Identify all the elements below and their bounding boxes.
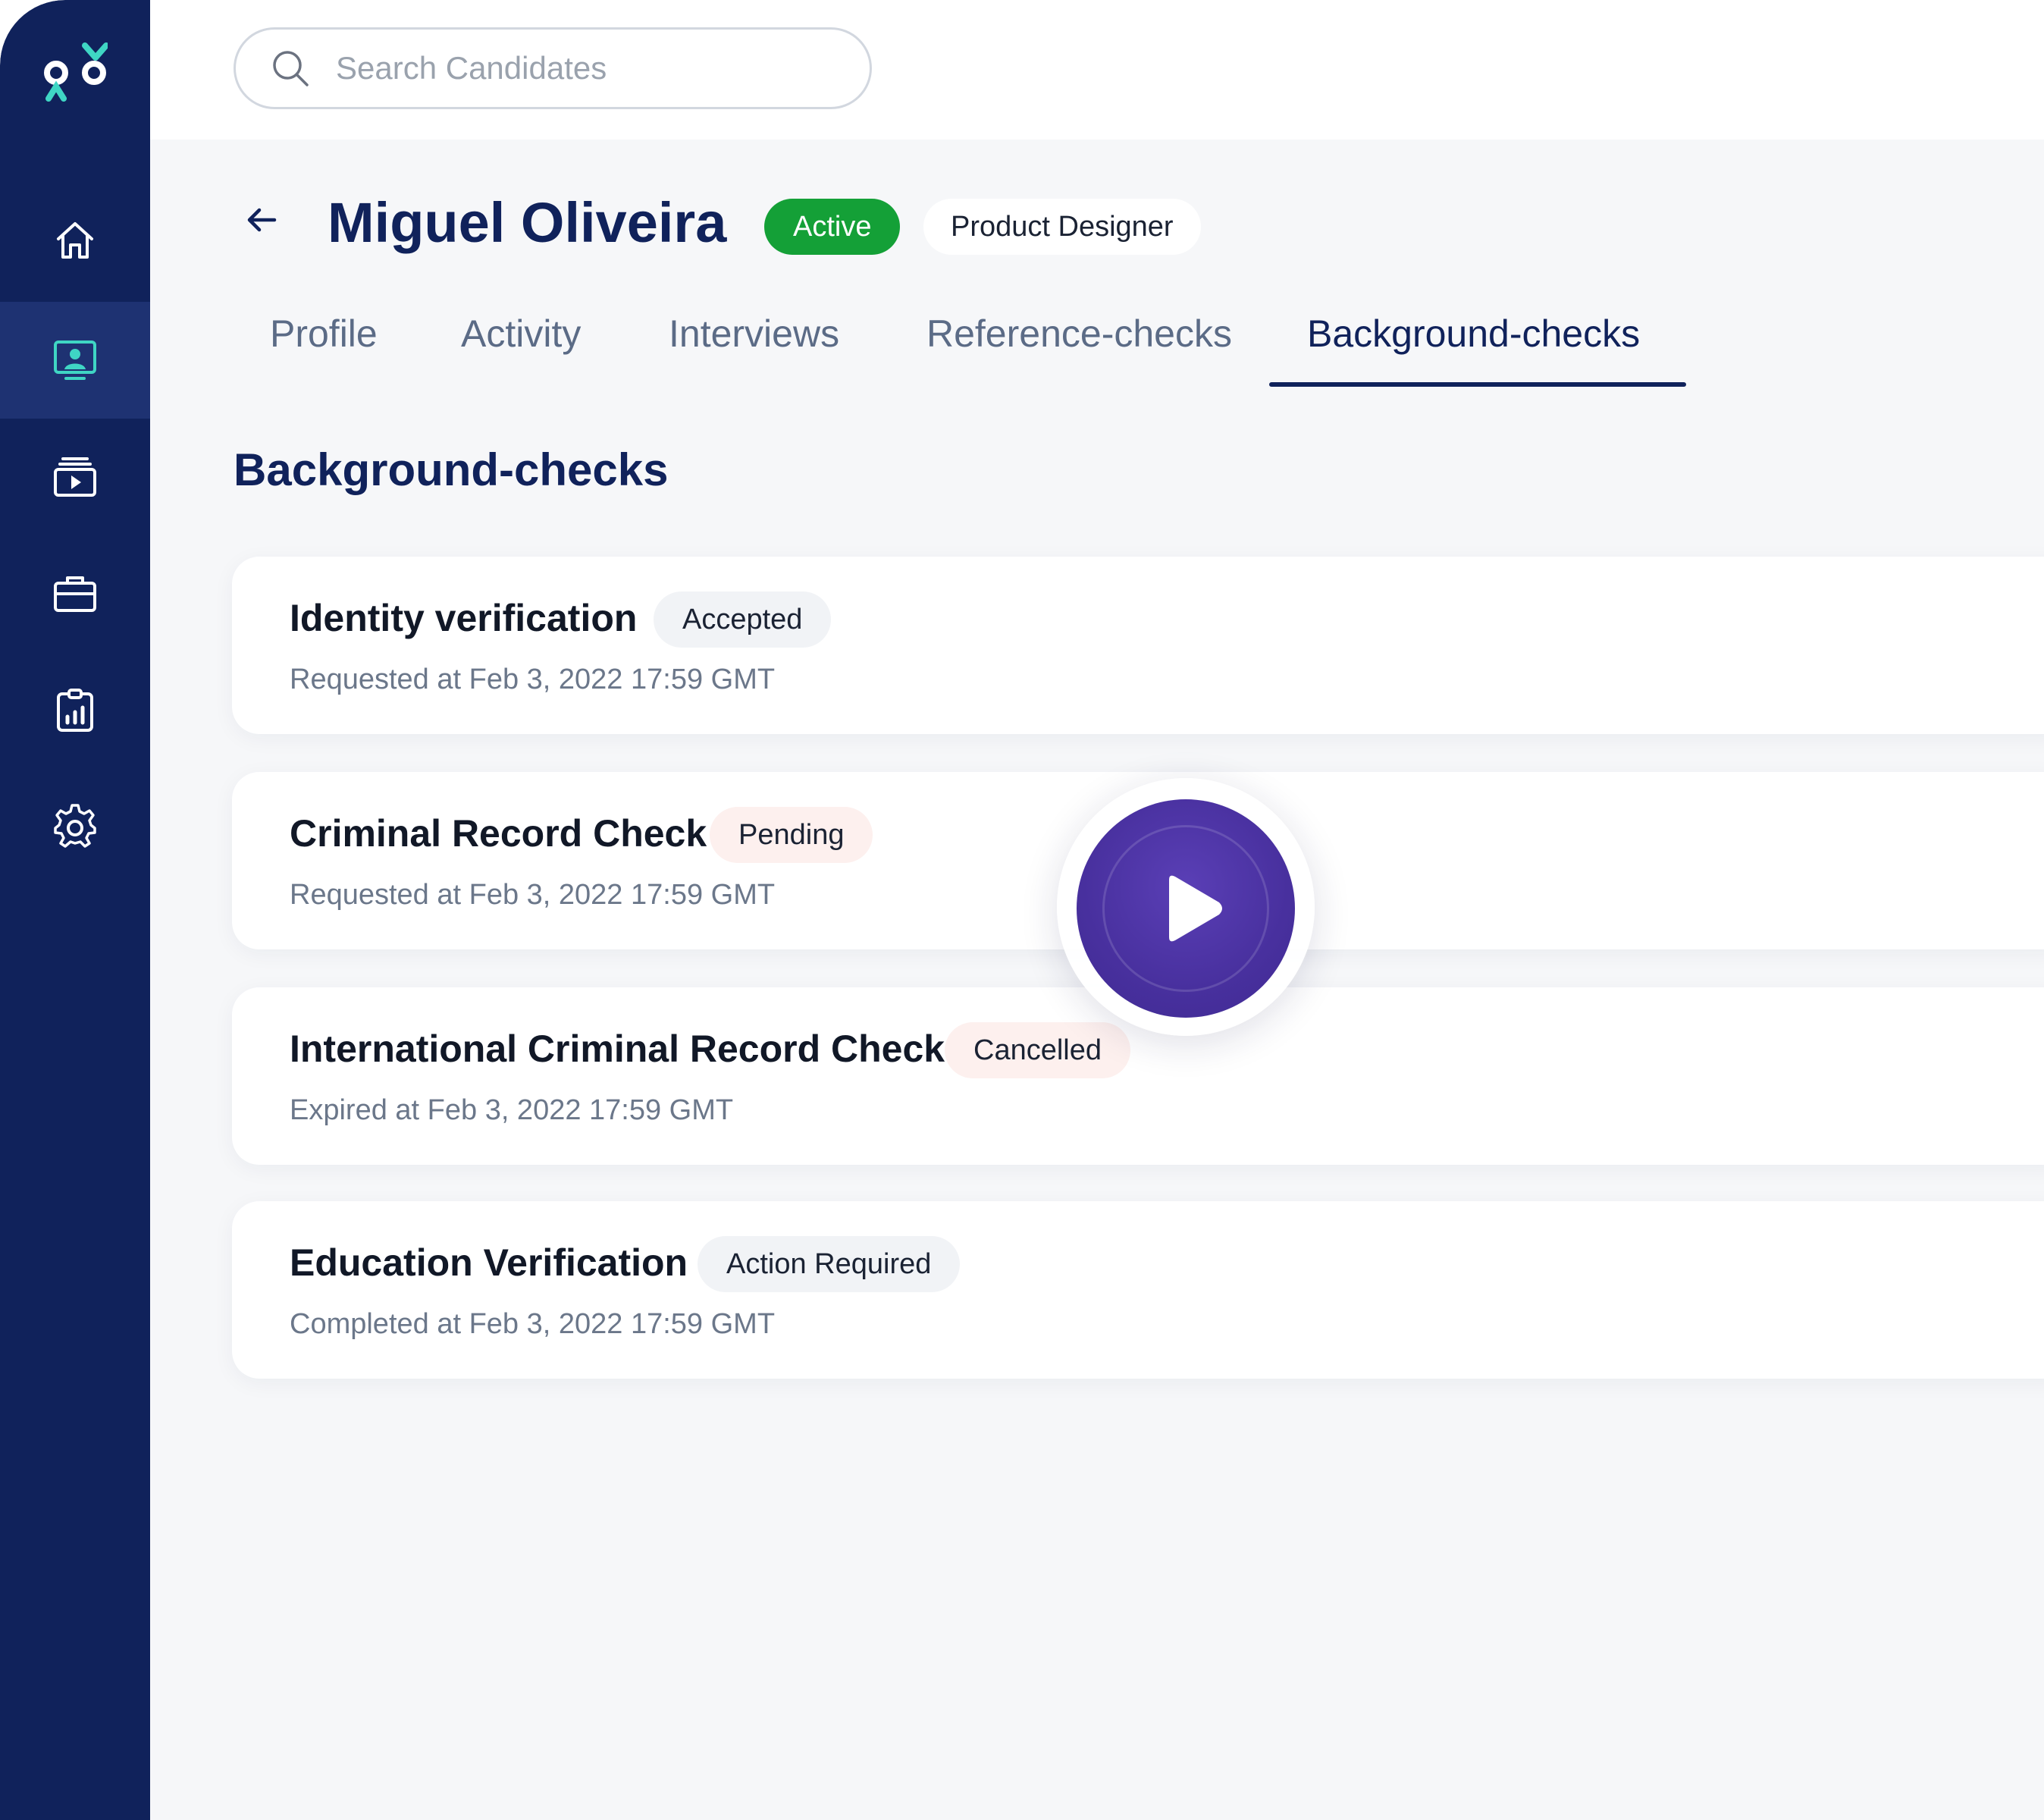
check-title: Criminal Record Check <box>290 812 707 855</box>
briefcase-icon <box>54 576 96 612</box>
sidebar-item-videos[interactable] <box>0 419 150 535</box>
app-window: Miguel Oliveira Active Product Designer … <box>0 0 2044 1820</box>
search-input[interactable] <box>334 49 823 87</box>
sidebar-item-home[interactable] <box>0 182 150 299</box>
play-icon <box>1169 875 1222 942</box>
tab-reference-checks[interactable]: Reference-checks <box>926 305 1232 362</box>
search-icon <box>273 51 309 86</box>
arrow-left-icon <box>247 208 277 232</box>
search-box[interactable] <box>234 27 872 109</box>
check-timestamp: Expired at Feb 3, 2022 17:59 GMT <box>290 1094 734 1126</box>
status-badge: Active <box>764 199 901 255</box>
check-status-badge: Pending <box>710 807 873 863</box>
report-chart-icon <box>57 689 93 732</box>
sidebar-item-candidates[interactable] <box>0 302 150 419</box>
tab-profile[interactable]: Profile <box>270 305 378 362</box>
candidate-name: Miguel Oliveira <box>328 191 727 254</box>
check-card-education[interactable]: Education Verification Action Required C… <box>232 1201 2044 1379</box>
check-timestamp: Completed at Feb 3, 2022 17:59 GMT <box>290 1308 776 1340</box>
play-button[interactable] <box>1077 799 1295 1018</box>
check-status-badge: Action Required <box>698 1236 961 1292</box>
check-title: International Criminal Record Check <box>290 1028 945 1070</box>
gear-icon <box>54 804 96 848</box>
check-timestamp: Requested at Feb 3, 2022 17:59 GMT <box>290 664 776 695</box>
role-badge: Product Designer <box>923 199 1201 255</box>
check-title: Identity verification <box>290 597 638 639</box>
tab-activity[interactable]: Activity <box>461 305 581 362</box>
sidebar-item-reports[interactable] <box>0 652 150 769</box>
tab-background-checks[interactable]: Background-checks <box>1307 305 1640 362</box>
active-tab-indicator <box>1269 382 1686 387</box>
go-logo[interactable] <box>42 42 109 103</box>
check-card-identity[interactable]: Identity verification Accepted Requested… <box>232 557 2044 734</box>
section-title: Background-checks <box>234 444 669 495</box>
video-library-icon <box>54 457 96 497</box>
sidebar <box>0 0 150 1820</box>
tab-interviews[interactable]: Interviews <box>669 305 839 362</box>
check-title: Education Verification <box>290 1241 688 1284</box>
top-bar <box>150 0 2044 140</box>
check-status-badge: Accepted <box>654 592 832 648</box>
check-status-badge: Cancelled <box>945 1022 1130 1078</box>
home-icon <box>57 222 93 259</box>
back-button[interactable] <box>241 199 284 241</box>
check-timestamp: Requested at Feb 3, 2022 17:59 GMT <box>290 879 776 911</box>
sidebar-item-jobs[interactable] <box>0 535 150 652</box>
candidate-icon <box>54 340 96 380</box>
sidebar-item-settings[interactable] <box>0 769 150 886</box>
